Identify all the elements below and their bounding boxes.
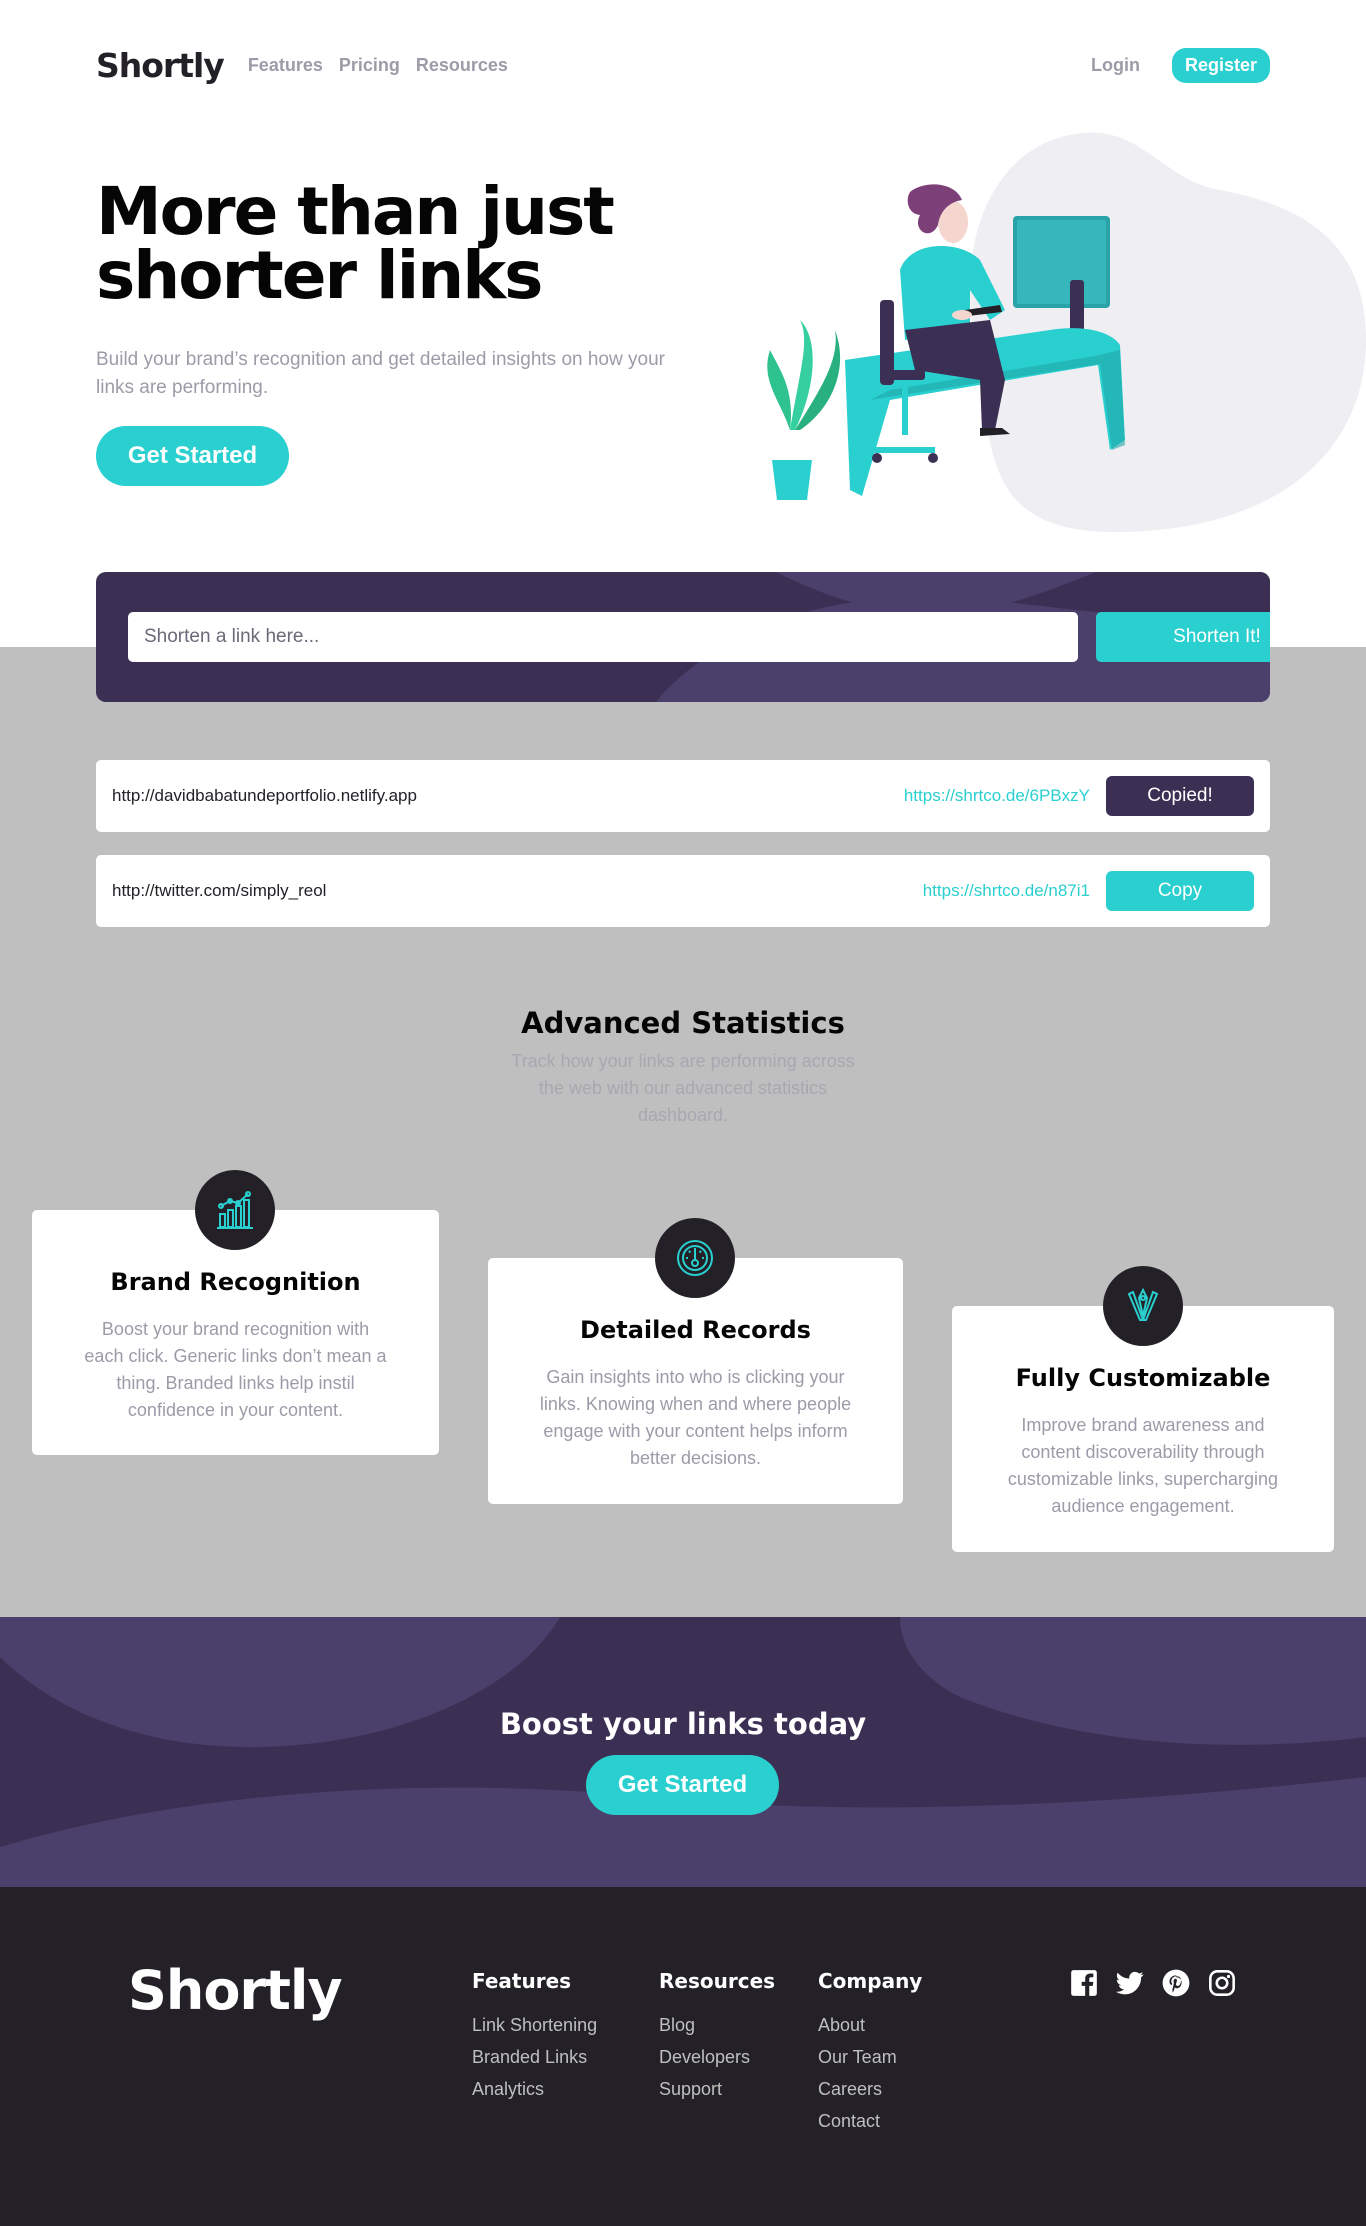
hero-subtitle-line1: Build your brand’s recognition and get d… xyxy=(96,349,665,370)
original-url: http://twitter.com/simply_reol xyxy=(112,881,327,900)
shorten-url-input[interactable] xyxy=(128,612,1078,662)
logo[interactable]: Shortly xyxy=(96,46,225,85)
hero-subtitle-line2: links are performing. xyxy=(96,377,269,398)
card-line: links. Knowing when and where people xyxy=(539,1394,852,1414)
footer-logo[interactable]: Shortly xyxy=(128,1959,343,2022)
copied-button[interactable]: Copied! xyxy=(1106,776,1254,816)
card-description: Improve brand awareness and content disc… xyxy=(980,1412,1306,1520)
hero-title: More than just shorter links xyxy=(96,179,696,309)
footer-column-title: Company xyxy=(818,1969,923,1993)
footer-column-title: Resources xyxy=(659,1969,776,1993)
footer-link[interactable]: Link Shortening xyxy=(472,2015,597,2036)
original-url: http://davidbabatundeportfolio.netlify.a… xyxy=(112,786,417,805)
footer: Shortly Features Link Shortening Branded… xyxy=(0,1887,1366,2226)
card-line: each click. Generic links don’t mean a xyxy=(84,1346,387,1366)
social-links xyxy=(1070,1969,1236,1997)
card-line: thing. Branded links help instil xyxy=(116,1373,355,1393)
card-description: Gain insights into who is clicking your … xyxy=(516,1364,875,1472)
boost-bg-pattern xyxy=(0,1617,1366,1887)
hero-get-started-button[interactable]: Get Started xyxy=(96,426,289,486)
card-description: Boost your brand recognition with each c… xyxy=(60,1316,411,1424)
header: Shortly Features Pricing Resources Login… xyxy=(96,40,1270,90)
twitter-icon[interactable] xyxy=(1116,1969,1144,1997)
footer-link[interactable]: Analytics xyxy=(472,2079,597,2100)
detailed-records-icon xyxy=(655,1218,735,1298)
boost-title: Boost your links today xyxy=(499,1707,867,1741)
footer-link[interactable]: Our Team xyxy=(818,2047,922,2068)
card-line: content discoverability through xyxy=(1021,1442,1265,1462)
feature-card-detailed-records: Detailed Records Gain insights into who … xyxy=(488,1218,903,1504)
shorten-form: Shorten It! xyxy=(96,572,1270,702)
boost-section: Boost your links today Get Started xyxy=(0,1617,1366,1887)
footer-link[interactable]: Developers xyxy=(659,2047,775,2068)
card-title: Brand Recognition xyxy=(110,1268,361,1296)
boost-get-started-button[interactable]: Get Started xyxy=(586,1755,779,1815)
card-line: confidence in your content. xyxy=(127,1400,344,1420)
card-line: customizable links, supercharging xyxy=(1007,1469,1279,1489)
stats-title: Advanced Statistics xyxy=(521,1006,845,1040)
hero-title-line2: shorter links xyxy=(96,237,543,314)
working-illustration xyxy=(767,132,1366,533)
footer-link[interactable]: Support xyxy=(659,2079,775,2100)
stats-subtitle: Track how your links are performing acro… xyxy=(483,1048,883,1129)
nav-pricing[interactable]: Pricing xyxy=(339,55,400,76)
card-line: better decisions. xyxy=(629,1448,762,1468)
footer-link[interactable]: Careers xyxy=(818,2079,922,2100)
footer-link[interactable]: Blog xyxy=(659,2015,775,2036)
pinterest-icon[interactable] xyxy=(1162,1969,1190,1997)
feature-card-fully-customizable: Fully Customizable Improve brand awarene… xyxy=(952,1266,1334,1552)
card-line: audience engagement. xyxy=(1051,1496,1235,1516)
fully-customizable-icon xyxy=(1103,1266,1183,1346)
card-title: Detailed Records xyxy=(580,1316,811,1344)
footer-column-company: Company About Our Team Careers Contact xyxy=(818,1969,922,2143)
footer-link[interactable]: About xyxy=(818,2015,922,2036)
stats-subtitle-line: the web with our advanced statistics xyxy=(538,1078,828,1098)
shorten-button[interactable]: Shorten It! xyxy=(1096,612,1270,662)
stats-subtitle-line: dashboard. xyxy=(637,1105,729,1125)
shortened-link-row: http://davidbabatundeportfolio.netlify.a… xyxy=(96,760,1270,832)
shortened-link-row: http://twitter.com/simply_reol https://s… xyxy=(96,855,1270,927)
copy-button[interactable]: Copy xyxy=(1106,871,1254,911)
footer-column-resources: Resources Blog Developers Support xyxy=(659,1969,775,2111)
feature-card-brand-recognition: Brand Recognition Boost your brand recog… xyxy=(32,1170,439,1455)
card-line: engage with your content helps inform xyxy=(543,1421,848,1441)
short-url[interactable]: https://shrtco.de/n87i1 xyxy=(923,881,1090,901)
page: Shortly Features Pricing Resources Login… xyxy=(0,0,1366,2226)
footer-link[interactable]: Contact xyxy=(818,2111,922,2132)
footer-link[interactable]: Branded Links xyxy=(472,2047,597,2068)
card-line: Boost your brand recognition with xyxy=(101,1319,370,1339)
instagram-icon[interactable] xyxy=(1208,1969,1236,1997)
hero-subtitle: Build your brand’s recognition and get d… xyxy=(96,346,736,402)
main-nav: Features Pricing Resources xyxy=(248,55,508,76)
auth-area: Login Register xyxy=(1091,47,1270,83)
login-link[interactable]: Login xyxy=(1091,55,1140,76)
card-title: Fully Customizable xyxy=(1015,1364,1271,1392)
card-line: Gain insights into who is clicking your xyxy=(546,1367,845,1387)
register-button[interactable]: Register xyxy=(1171,47,1270,83)
footer-column-title: Features xyxy=(472,1969,572,1993)
card-line: Improve brand awareness and xyxy=(1021,1415,1265,1435)
stats-subtitle-line: Track how your links are performing acro… xyxy=(511,1051,855,1071)
nav-resources[interactable]: Resources xyxy=(416,55,508,76)
nav-features[interactable]: Features xyxy=(248,55,323,76)
short-url[interactable]: https://shrtco.de/6PBxzY xyxy=(904,786,1090,806)
brand-recognition-icon xyxy=(195,1170,275,1250)
footer-column-features: Features Link Shortening Branded Links A… xyxy=(472,1969,597,2111)
facebook-icon[interactable] xyxy=(1070,1969,1098,1997)
